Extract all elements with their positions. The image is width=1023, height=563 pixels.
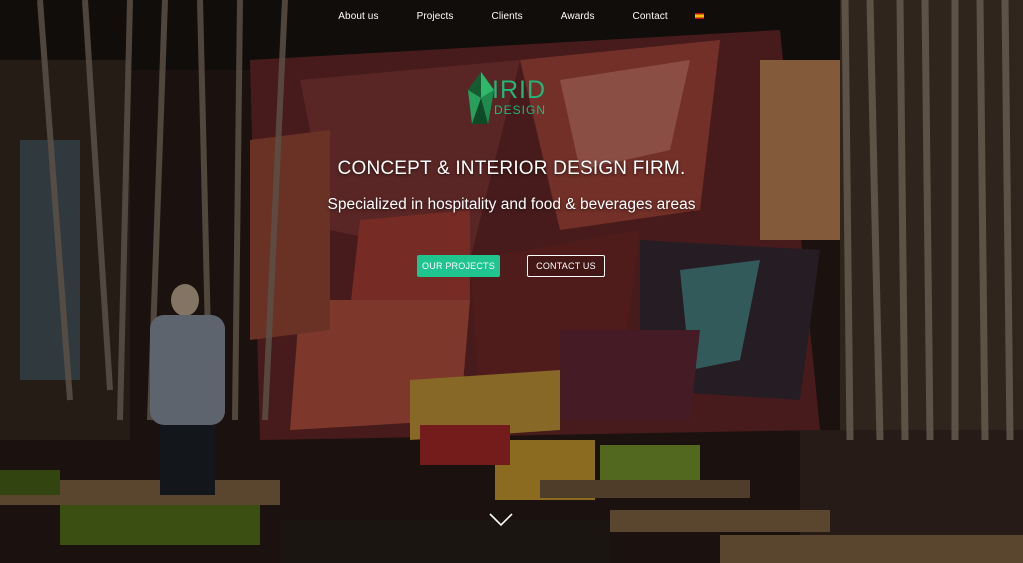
nav-projects[interactable]: Projects — [417, 11, 454, 22]
contact-us-button[interactable]: CONTACT US — [527, 255, 605, 277]
nav-contact[interactable]: Contact — [633, 11, 668, 22]
nav-about-us[interactable]: About us — [338, 11, 378, 22]
logo-sub-text: DESIGN — [494, 103, 547, 117]
our-projects-button[interactable]: OUR PROJECTS — [417, 255, 500, 277]
irid-design-logo[interactable]: IRID DESIGN — [466, 70, 556, 128]
nav-clients[interactable]: Clients — [492, 11, 523, 22]
chevron-down-icon[interactable] — [488, 512, 514, 528]
hero-headline: CONCEPT & INTERIOR DESIGN FIRM. — [337, 158, 686, 179]
logo-main-text: IRID — [492, 76, 546, 104]
hero-subline: Specialized in hospitality and food & be… — [327, 196, 696, 213]
top-navigation: About us Projects Clients Awards Contact — [0, 0, 1023, 32]
nav-awards[interactable]: Awards — [561, 11, 595, 22]
spain-flag-icon[interactable] — [694, 13, 704, 19]
